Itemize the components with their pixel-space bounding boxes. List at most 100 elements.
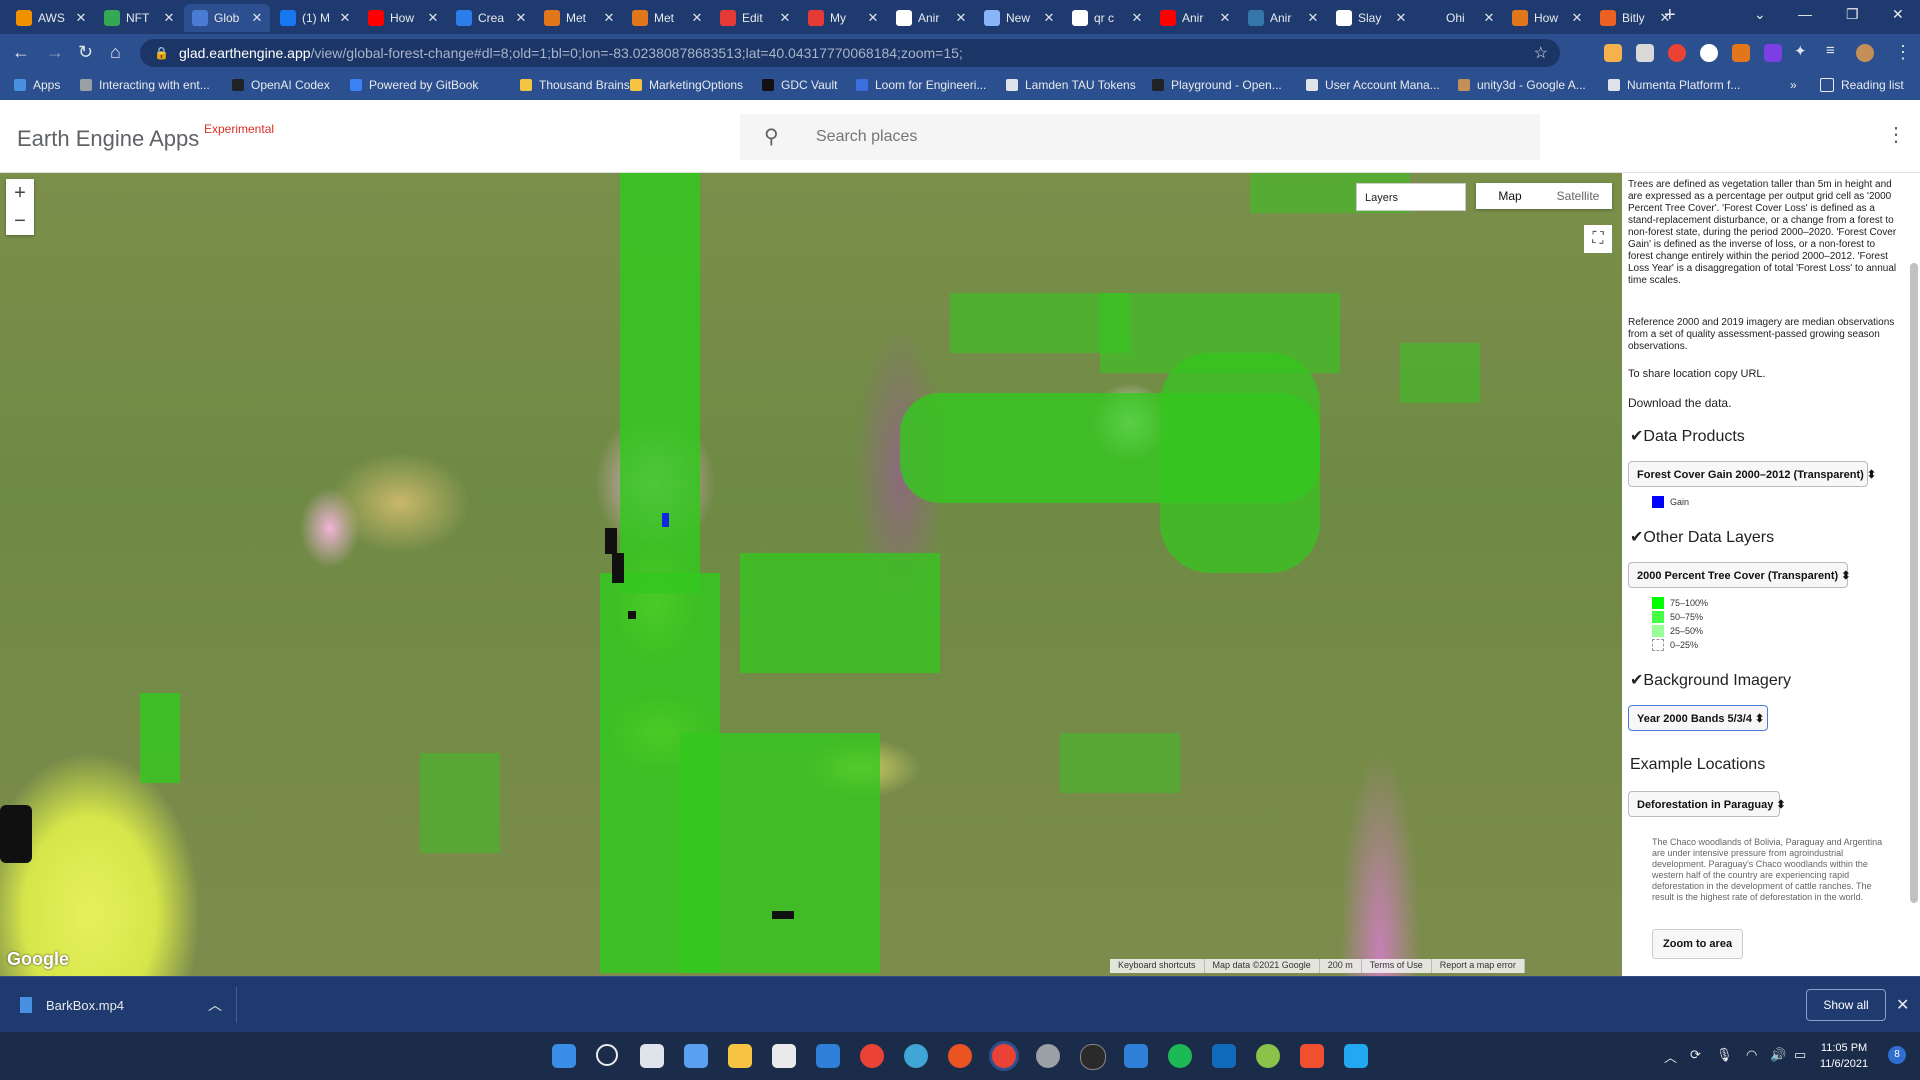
home-icon[interactable]: ⌂ [110,42,121,63]
reading-list-button[interactable]: Reading list [1820,78,1904,92]
tab-close-icon[interactable]: ✕ [690,10,704,26]
wifi-icon[interactable]: ◠ [1746,1047,1757,1063]
zoom-out-button[interactable]: − [6,207,34,235]
browser-tab[interactable]: Slay ✕ [1328,4,1414,32]
close-icon[interactable]: ✕ [1896,995,1909,1015]
browser-tab[interactable]: New ✕ [976,4,1062,32]
browser-tab[interactable]: How ✕ [1504,4,1590,32]
tab-close-icon[interactable]: ✕ [1042,10,1056,26]
tab-close-icon[interactable]: ✕ [1394,10,1408,26]
fullscreen-icon[interactable]: ⛶ [1584,225,1612,253]
spotify-icon[interactable] [1168,1044,1192,1068]
map-type-satellite-button[interactable]: Satellite [1544,183,1612,209]
browser-tab[interactable]: How ✕ [360,4,446,32]
browser-tab[interactable]: qr c ✕ [1064,4,1150,32]
browser-tab[interactable]: (1) M ✕ [272,4,358,32]
background-checkbox[interactable]: ✔Background Imagery [1630,670,1791,690]
battery-icon[interactable]: ▭ [1794,1047,1806,1063]
store-icon[interactable] [772,1044,796,1068]
bookmark-star-icon[interactable]: ☆ [1534,43,1548,63]
app-icon[interactable] [904,1044,928,1068]
media-app-icon[interactable] [1124,1044,1148,1068]
more-options-icon[interactable]: ⋮ [1886,122,1906,147]
ubuntu-icon[interactable] [948,1044,972,1068]
data-products-select[interactable]: Forest Cover Gain 2000–2012 (Transparent… [1628,461,1876,487]
close-window-button[interactable]: ✕ [1892,6,1904,23]
outlook-icon[interactable] [1212,1044,1236,1068]
search-input[interactable] [814,124,1498,150]
profile-avatar[interactable] [1856,44,1874,62]
browser-tab[interactable]: Edit ✕ [712,4,798,32]
search-icon[interactable] [596,1044,618,1066]
attribution-item[interactable]: Map data ©2021 Google [1205,959,1320,973]
tab-close-icon[interactable]: ✕ [514,10,528,26]
other-layers-checkbox[interactable]: ✔Other Data Layers [1630,527,1774,547]
restore-button[interactable]: ❐ [1846,6,1859,23]
bookmark-item[interactable]: Interacting with ent... [80,78,210,92]
chrome-active-icon[interactable] [992,1044,1016,1068]
tab-close-icon[interactable]: ✕ [74,10,88,26]
new-tab-button[interactable]: + [1664,4,1676,27]
browser-tab[interactable]: Crea ✕ [448,4,534,32]
attribution-item[interactable]: Report a map error [1432,959,1525,973]
attribution-item[interactable]: Terms of Use [1362,959,1432,973]
tab-close-icon[interactable]: ✕ [250,10,264,26]
bookmark-item[interactable]: MarketingOptions [630,78,743,92]
reload-icon[interactable]: ↻ [78,42,93,63]
chevron-up-icon[interactable]: ︿ [1664,1047,1677,1066]
browser-tab[interactable]: Met ✕ [536,4,622,32]
other-layers-select[interactable]: 2000 Percent Tree Cover (Transparent) ⬍ [1628,562,1850,588]
browser-tab[interactable]: Anir ✕ [1240,4,1326,32]
notification-badge[interactable]: 8 [1888,1046,1906,1064]
download-link[interactable]: Download the data. [1628,397,1898,409]
tab-search-icon[interactable]: ⌄ [1754,6,1766,23]
browser-tab[interactable]: Glob ✕ [184,4,270,32]
data-products-checkbox[interactable]: ✔Data Products [1630,426,1745,446]
map-canvas[interactable]: + − Layers Map Satellite ⛶ Google Keyboa… [0,173,1622,976]
zoom-to-area-button[interactable]: Zoom to area [1652,929,1744,959]
browser-tab[interactable]: NFT ✕ [96,4,182,32]
tab-close-icon[interactable]: ✕ [866,10,880,26]
download-item[interactable]: BarkBox.mp4 [20,997,124,1013]
chrome-icon[interactable] [860,1044,884,1068]
tab-close-icon[interactable]: ✕ [954,10,968,26]
minimize-button[interactable]: — [1798,6,1812,22]
map-type-map-button[interactable]: Map [1476,183,1544,209]
bookmark-item[interactable]: Lamden TAU Tokens [1006,78,1136,92]
extension-icon[interactable] [1636,44,1654,62]
start-icon[interactable] [552,1044,576,1068]
browser-tab[interactable]: My ✕ [800,4,886,32]
tab-close-icon[interactable]: ✕ [1130,10,1144,26]
chevron-up-icon[interactable]: ︿ [208,995,222,1015]
tab-close-icon[interactable]: ✕ [602,10,616,26]
bookmark-item[interactable]: Powered by GitBook [350,78,478,92]
layers-dropdown[interactable]: Layers [1356,183,1466,211]
attribution-item[interactable]: Keyboard shortcuts [1110,959,1205,973]
bookmark-item[interactable]: Playground - Open... [1152,78,1282,92]
mail-icon[interactable] [816,1044,840,1068]
tab-close-icon[interactable]: ✕ [1570,10,1584,26]
bookmark-item[interactable]: Loom for Engineeri... [856,78,986,92]
bookmark-item[interactable]: Apps [14,78,60,92]
file-explorer-icon[interactable] [728,1044,752,1068]
address-bar[interactable]: 🔒 glad.earthengine.app/view/global-fores… [140,39,1560,67]
browser-tab[interactable]: AWS ✕ [8,4,94,32]
task-view-icon[interactable] [640,1044,664,1068]
microphone-icon[interactable]: 🎙 [1716,1047,1733,1063]
bookmark-item[interactable]: User Account Mana... [1306,78,1440,92]
clock[interactable]: 11:05 PM 11/6/2021 [1820,1040,1868,1072]
browser-tab[interactable]: Ohi ✕ [1416,4,1502,32]
tab-close-icon[interactable]: ✕ [1306,10,1320,26]
extension-icon[interactable] [1764,44,1782,62]
tab-close-icon[interactable]: ✕ [426,10,440,26]
bookmark-item[interactable]: Thousand Brains [520,78,630,92]
qgis-icon[interactable] [1256,1044,1280,1068]
back-icon[interactable]: ← [12,42,30,63]
browser-tab[interactable]: Anir ✕ [1152,4,1238,32]
browser-tab[interactable]: Anir ✕ [888,4,974,32]
git-icon[interactable] [1300,1044,1324,1068]
vscode-icon[interactable] [1344,1044,1368,1068]
tab-close-icon[interactable]: ✕ [338,10,352,26]
tab-close-icon[interactable]: ✕ [1482,10,1496,26]
bookmarks-more-button[interactable]: » [1790,78,1797,92]
